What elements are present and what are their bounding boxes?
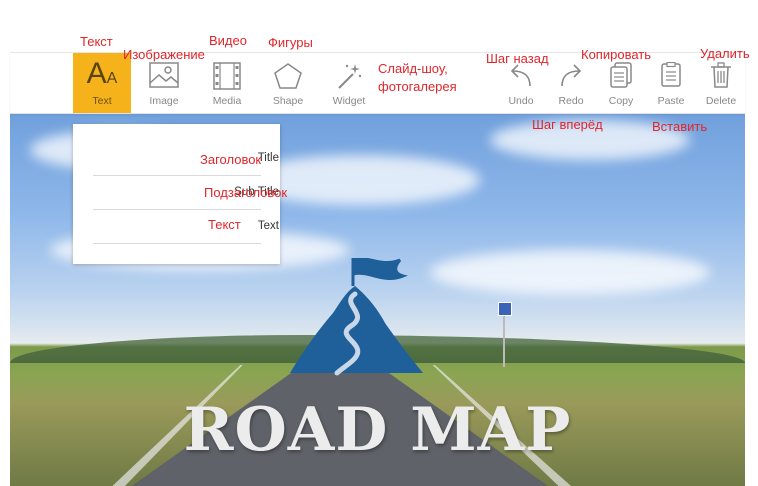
magic-wand-icon xyxy=(338,64,362,89)
annotation-video: Видео xyxy=(209,33,247,48)
menu-item-title-label: Title xyxy=(257,152,279,164)
annotation-image: Изображение xyxy=(123,47,205,62)
copy-label: Copy xyxy=(608,95,634,107)
paste-button[interactable]: Paste xyxy=(644,53,698,113)
image-tool-label: Image xyxy=(149,95,179,107)
annotation-title: Заголовок xyxy=(200,152,262,167)
media-tool-label: Media xyxy=(212,95,242,107)
trash-icon xyxy=(711,62,731,88)
shape-tool-button[interactable]: Shape xyxy=(261,53,315,113)
sign-pole xyxy=(503,315,505,367)
annotation-copy: Копировать xyxy=(581,47,651,62)
undo-label: Undo xyxy=(508,95,534,107)
shape-tool-label: Shape xyxy=(272,95,304,107)
annotation-shapes: Фигуры xyxy=(268,35,313,50)
image-tool-button[interactable]: Image xyxy=(137,53,191,113)
text-tool-label: Text xyxy=(92,95,112,107)
copy-icon xyxy=(610,62,632,88)
copy-button[interactable]: Copy xyxy=(594,53,648,113)
widget-tool-label: Widget xyxy=(332,95,366,107)
paste-label: Paste xyxy=(657,95,685,107)
redo-label: Redo xyxy=(558,95,584,107)
redo-button[interactable]: Redo xyxy=(544,53,598,113)
road-sign xyxy=(498,302,512,316)
cloud xyxy=(430,250,710,295)
annotation-redo: Шаг вперёд xyxy=(532,117,603,132)
annotation-widget-line1: Слайд-шоу, xyxy=(378,61,448,76)
annotation-delete: Удалить xyxy=(700,46,750,61)
menu-item-text-label: Text xyxy=(257,220,279,232)
pentagon-icon xyxy=(274,63,302,89)
annotation-text: Текст xyxy=(80,34,113,49)
slide-headline[interactable]: ROAD MAP xyxy=(10,395,745,465)
annotation-subtitle: Подзаголовок xyxy=(204,185,288,200)
image-icon xyxy=(149,62,179,88)
annotation-paste: Вставить xyxy=(652,119,708,134)
paste-icon xyxy=(661,62,681,87)
text-aa-icon: AA xyxy=(86,57,118,90)
delete-label: Delete xyxy=(705,95,737,107)
text-tool-button[interactable]: AA Text xyxy=(73,53,131,113)
film-strip-icon xyxy=(213,62,241,90)
delete-button[interactable]: Delete xyxy=(694,53,748,113)
redo-arrow-icon xyxy=(561,64,582,87)
mountain-flag-logo xyxy=(290,258,423,376)
annotation-undo: Шаг назад xyxy=(486,51,549,66)
media-tool-button[interactable]: Media xyxy=(200,53,254,113)
widget-tool-button[interactable]: Widget xyxy=(322,53,376,113)
annotation-widget-line2: фотогалерея xyxy=(378,79,457,94)
annotation-body-text: Текст xyxy=(208,217,241,232)
